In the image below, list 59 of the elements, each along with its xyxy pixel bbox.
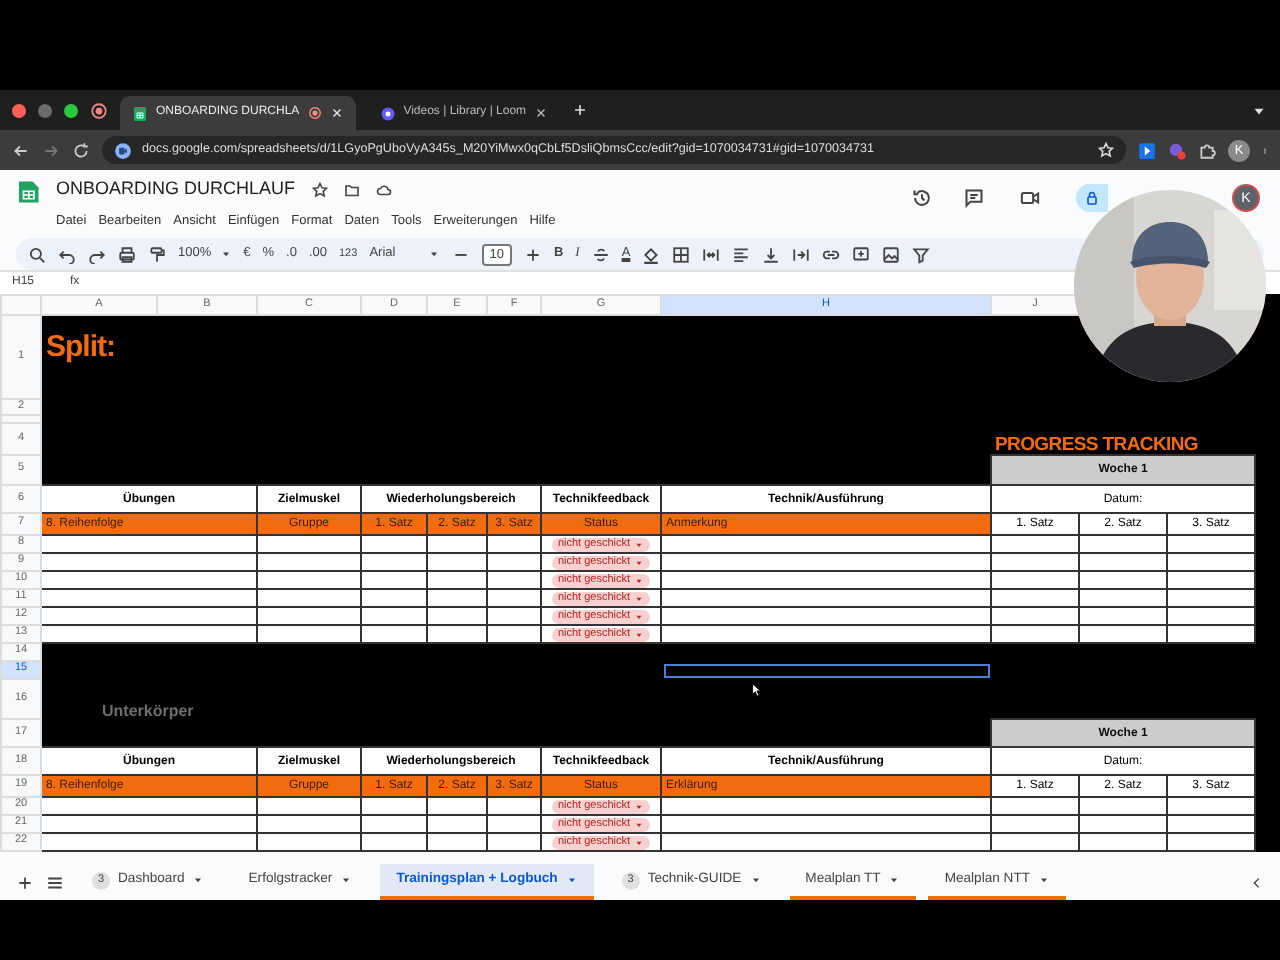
section-title: PROGRESS TRACKING: [995, 433, 1199, 455]
undo-icon[interactable]: [58, 245, 76, 264]
comment-icon[interactable]: [964, 188, 984, 208]
back-icon[interactable]: [12, 141, 30, 159]
mouse-pointer-icon: [750, 680, 764, 700]
image-icon[interactable]: [882, 245, 901, 264]
caret-icon: [219, 248, 232, 261]
link-icon[interactable]: [822, 245, 841, 264]
close-icon[interactable]: [534, 106, 549, 120]
add-comment-icon[interactable]: [852, 245, 871, 264]
print-icon[interactable]: [118, 245, 136, 264]
minimize-button[interactable]: [38, 103, 52, 117]
sheets-logo-icon: [16, 176, 40, 208]
forward-icon[interactable]: [42, 141, 60, 159]
extension-icon[interactable]: [1138, 141, 1156, 159]
history-icon[interactable]: [912, 188, 932, 208]
caret-icon: [565, 874, 578, 886]
share-button[interactable]: [1076, 184, 1108, 212]
search-icon[interactable]: [28, 245, 46, 264]
spreadsheet-icon: [132, 105, 148, 121]
site-info-icon[interactable]: [114, 141, 132, 159]
fill-color-icon[interactable]: [642, 245, 661, 264]
add-sheet-icon[interactable]: [16, 873, 34, 891]
redo-icon[interactable]: [88, 245, 106, 264]
caret-icon: [192, 874, 205, 886]
borders-icon[interactable]: [672, 245, 691, 264]
bookmark-star-icon[interactable]: [1098, 142, 1114, 158]
document-title[interactable]: ONBOARDING DURCHLAUF: [56, 176, 296, 203]
caret-icon: [427, 248, 440, 261]
close-button[interactable]: [12, 103, 26, 117]
merge-icon[interactable]: [702, 245, 721, 264]
folder-icon[interactable]: [343, 181, 360, 198]
cloud-icon[interactable]: [375, 181, 392, 198]
reload-icon[interactable]: [72, 141, 90, 159]
video-icon: [379, 105, 396, 121]
selected-cell[interactable]: [661, 661, 991, 679]
sheet-title: Split:: [46, 330, 115, 364]
filter-icon[interactable]: [912, 245, 931, 264]
section-title: Unterkörper: [102, 701, 194, 719]
caret-icon: [1038, 874, 1051, 886]
all-sheets-icon[interactable]: [46, 873, 64, 891]
star-icon[interactable]: [311, 181, 328, 198]
caret-icon: [340, 874, 353, 886]
lock-icon: [1084, 190, 1100, 206]
plus-icon[interactable]: [523, 245, 542, 264]
caret-icon: [749, 874, 762, 886]
scroll-left-icon[interactable]: [1250, 875, 1264, 889]
new-tab-icon[interactable]: [572, 102, 589, 118]
record-icon: [307, 106, 322, 120]
maximize-button[interactable]: [64, 103, 78, 117]
align-icon[interactable]: [732, 245, 751, 264]
video-call-icon[interactable]: [1016, 188, 1044, 208]
caret-icon: [888, 874, 901, 886]
puzzle-icon[interactable]: [1198, 141, 1216, 159]
paint-format-icon[interactable]: [148, 245, 166, 264]
vertical-align-icon[interactable]: [762, 245, 781, 264]
wrap-icon[interactable]: [792, 245, 811, 264]
strikethrough-icon[interactable]: [591, 245, 610, 264]
record-icon[interactable]: [90, 101, 108, 119]
